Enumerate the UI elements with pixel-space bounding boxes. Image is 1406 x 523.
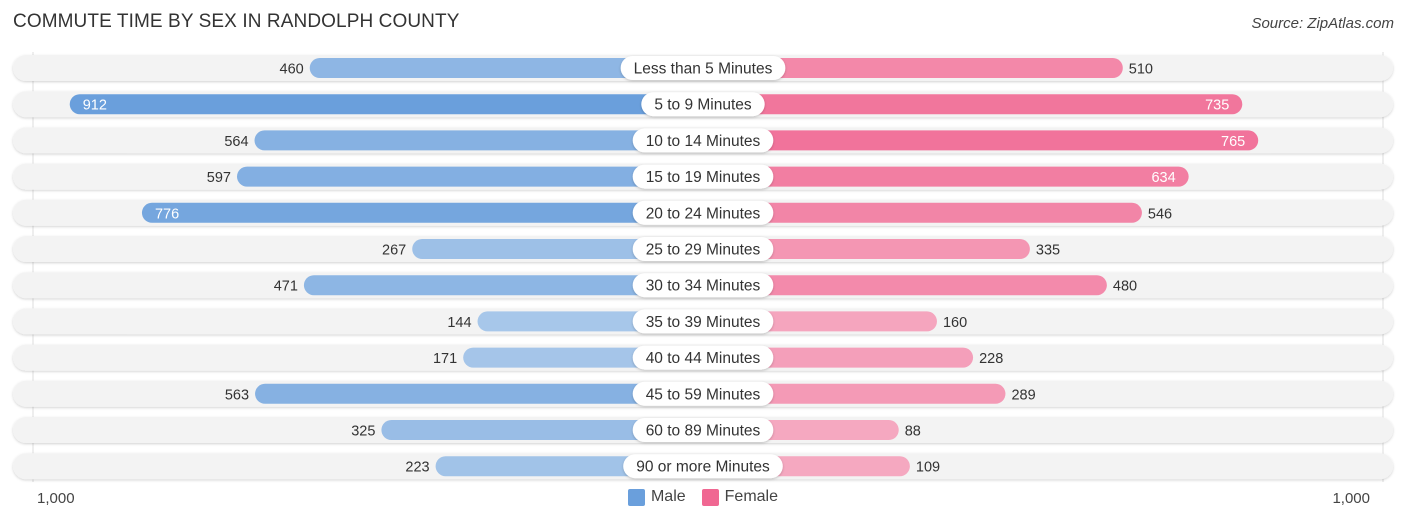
value-label-male: 144 bbox=[447, 315, 471, 331]
table-row: 912 735 5 to 9 Minutes bbox=[13, 91, 1393, 118]
category-label: 10 to 14 Minutes bbox=[646, 133, 761, 150]
bar-male[interactable] bbox=[69, 94, 703, 115]
bar-female[interactable] bbox=[703, 166, 1189, 187]
value-label-male: 471 bbox=[274, 279, 298, 295]
legend-item-male[interactable]: Male bbox=[627, 488, 686, 506]
value-label-male: 267 bbox=[382, 243, 406, 259]
value-label-male: 597 bbox=[207, 170, 231, 186]
category-label: 25 to 29 Minutes bbox=[646, 242, 761, 259]
category-label: 5 to 9 Minutes bbox=[654, 97, 752, 114]
value-label-male: 563 bbox=[225, 387, 249, 403]
table-row: 267 335 25 to 29 Minutes bbox=[13, 236, 1393, 262]
category-label: 30 to 34 Minutes bbox=[646, 278, 761, 295]
value-label-female: 160 bbox=[943, 315, 967, 331]
value-label-female: 228 bbox=[979, 351, 1003, 367]
value-label-female: 289 bbox=[1011, 387, 1035, 403]
female-swatch bbox=[701, 488, 719, 506]
value-label-female: 634 bbox=[1151, 170, 1175, 186]
value-label-female: 546 bbox=[1148, 206, 1172, 222]
value-label-male: 325 bbox=[351, 424, 375, 440]
table-row: 460 510 Less than 5 Minutes bbox=[13, 55, 1393, 81]
table-row: 776 546 20 to 24 Minutes bbox=[13, 199, 1393, 226]
legend: Male Female bbox=[0, 488, 1406, 506]
table-row: 597 634 15 to 19 Minutes bbox=[13, 163, 1393, 190]
value-label-male: 564 bbox=[224, 134, 248, 150]
category-label: 45 to 59 Minutes bbox=[646, 386, 761, 403]
category-label: 35 to 39 Minutes bbox=[646, 314, 761, 331]
bar-male[interactable] bbox=[141, 202, 704, 223]
male-swatch bbox=[627, 488, 645, 506]
category-label: 90 or more Minutes bbox=[636, 459, 770, 476]
table-row: 223 109 90 or more Minutes bbox=[13, 453, 1393, 480]
value-label-female: 88 bbox=[905, 424, 921, 440]
chart-area: 460 510 Less than 5 Minutes 912 735 5 to 9 Mi… bbox=[13, 52, 1393, 482]
value-label-male: 171 bbox=[433, 351, 457, 367]
category-label: 40 to 44 Minutes bbox=[646, 350, 761, 367]
category-label: 15 to 19 Minutes bbox=[646, 169, 761, 186]
legend-label-female: Female bbox=[724, 488, 779, 505]
category-label: 20 to 24 Minutes bbox=[646, 205, 761, 222]
value-label-male: 776 bbox=[155, 206, 179, 222]
value-label-female: 735 bbox=[1205, 98, 1229, 114]
table-row: 325 88 60 to 89 Minutes bbox=[13, 417, 1393, 443]
value-label-female: 109 bbox=[916, 460, 940, 476]
table-row: 144 160 35 to 39 Minutes bbox=[13, 308, 1393, 335]
category-label: Less than 5 Minutes bbox=[634, 61, 773, 78]
value-label-female: 335 bbox=[1036, 243, 1060, 259]
value-label-female: 510 bbox=[1129, 62, 1153, 78]
value-label-male: 223 bbox=[405, 460, 429, 476]
table-row: 564 765 10 to 14 Minutes bbox=[13, 127, 1393, 154]
value-label-male: 912 bbox=[83, 98, 107, 114]
category-label: 60 to 89 Minutes bbox=[646, 423, 761, 440]
table-row: 563 289 45 to 59 Minutes bbox=[13, 380, 1393, 407]
bar-female[interactable] bbox=[703, 94, 1243, 115]
bar-female[interactable] bbox=[703, 130, 1259, 151]
value-label-female: 480 bbox=[1113, 279, 1137, 295]
value-label-male: 460 bbox=[280, 62, 304, 78]
value-label-female: 765 bbox=[1221, 134, 1245, 150]
legend-item-female[interactable]: Female bbox=[701, 488, 779, 506]
table-row: 471 480 30 to 34 Minutes bbox=[13, 272, 1393, 299]
legend-label-male: Male bbox=[650, 488, 686, 505]
table-row: 171 228 40 to 44 Minutes bbox=[13, 344, 1393, 371]
